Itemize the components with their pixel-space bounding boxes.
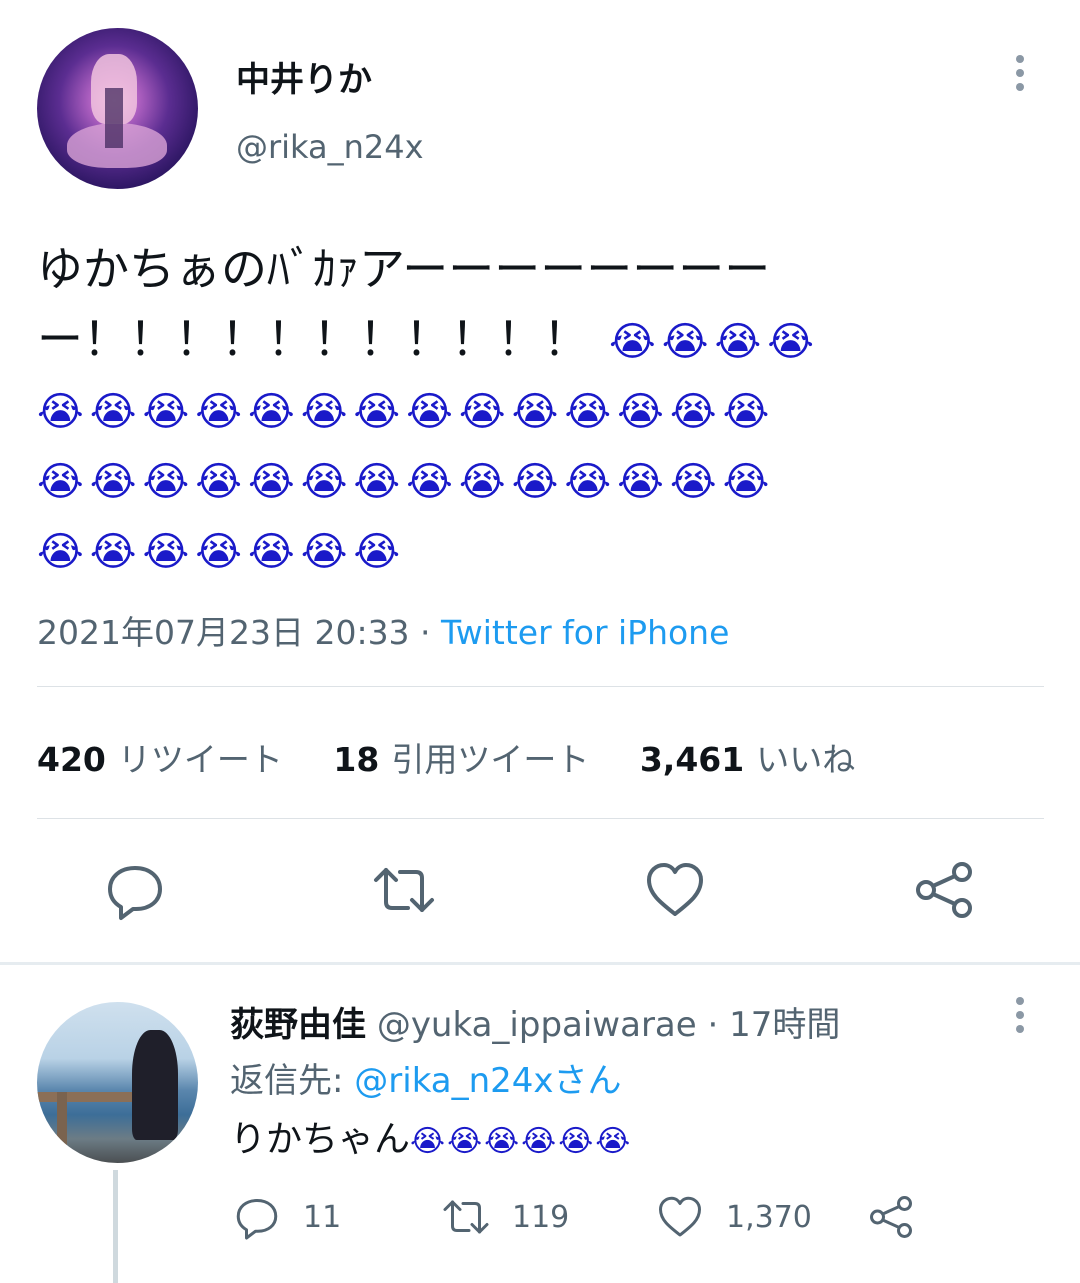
reply-header: 荻野由佳 @yuka_ippaiwarae · 17時間: [230, 997, 840, 1046]
like-stat[interactable]: 3,461 いいね: [640, 740, 855, 779]
author-handle[interactable]: @rika_n24x: [236, 128, 424, 166]
more-vertical-icon[interactable]: [1005, 997, 1035, 1041]
reply-author-handle[interactable]: @yuka_ippaiwarae: [377, 1005, 697, 1045]
reply-to-line: 返信先: @rika_n24xさん: [230, 1053, 622, 1102]
tweet-stats: 420 リツイート 18 引用ツイート 3,461 いいね: [37, 733, 855, 781]
share-icon[interactable]: [912, 858, 976, 922]
tweet-text-part: ー！！！！！！！！！！！: [37, 312, 589, 366]
section-separator: [0, 962, 1080, 965]
source-link[interactable]: Twitter for iPhone: [441, 613, 729, 652]
reply-retweet-button[interactable]: 119: [442, 1192, 569, 1242]
tweet-text: ゆかちぁのﾊﾞｶｧアーーーーーーーー ー！！！！！！！！！！！ 😭😭😭😭 😭😭😭😭…: [37, 234, 1037, 587]
emoji-run: 😭😭😭😭😭😭😭😭😭😭😭😭😭😭: [37, 459, 776, 505]
heart-icon[interactable]: [643, 858, 707, 922]
author-avatar[interactable]: [37, 28, 198, 189]
meta-separator: ·: [409, 613, 442, 652]
retweet-icon: [443, 1200, 489, 1234]
reply-share-button[interactable]: [867, 1192, 915, 1242]
tweet-text-line: ー！！！！！！！！！！！ 😭😭😭😭: [37, 304, 1037, 377]
retweet-stat[interactable]: 420 リツイート: [37, 740, 283, 779]
reply-author-avatar[interactable]: [37, 1002, 198, 1163]
reply-like-button[interactable]: 1,370: [656, 1192, 812, 1242]
retweet-label: リツイート: [117, 740, 283, 779]
retweet-count: 420: [37, 740, 106, 779]
tweet-meta: 2021年07月23日 20:33 · Twitter for iPhone: [37, 606, 729, 654]
like-count: 1,370: [726, 1199, 812, 1235]
retweet-icon[interactable]: [372, 858, 436, 922]
emoji-run: 😭😭😭😭😭😭: [410, 1124, 633, 1159]
quote-stat[interactable]: 18 引用ツイート: [333, 740, 589, 779]
time-separator: ·: [696, 1005, 730, 1045]
thread-line: [113, 1170, 118, 1283]
retweet-count: 119: [512, 1199, 570, 1235]
like-label: いいね: [756, 740, 856, 779]
divider: [37, 686, 1044, 687]
tweet-text-line: ゆかちぁのﾊﾞｶｧアーーーーーーーー: [37, 242, 771, 296]
reply-reply-button[interactable]: 11: [233, 1192, 341, 1242]
emoji-run: 😭😭😭😭😭😭😭😭😭😭😭😭😭😭: [37, 389, 776, 435]
reply-to-label: 返信先:: [230, 1061, 355, 1101]
reply-author-name[interactable]: 荻野由佳: [230, 1005, 366, 1045]
reply-to-handle[interactable]: @rika_n24xさん: [354, 1061, 621, 1101]
reply-text-body: りかちゃん: [230, 1119, 411, 1160]
quote-count: 18: [333, 740, 380, 779]
divider: [37, 818, 1044, 819]
reply-count: 11: [303, 1199, 342, 1235]
reply-icon[interactable]: [103, 858, 167, 922]
like-count: 3,461: [639, 740, 745, 779]
more-vertical-icon[interactable]: [1005, 55, 1035, 99]
reply-text: りかちゃん😭😭😭😭😭😭: [230, 1110, 632, 1162]
heart-icon: [659, 1196, 701, 1237]
emoji-run: 😭😭😭😭😭😭😭: [37, 529, 407, 575]
reply-time[interactable]: 17時間: [729, 1005, 840, 1045]
timestamp[interactable]: 2021年07月23日 20:33: [37, 613, 410, 652]
reply-icon: [236, 1199, 278, 1240]
share-icon: [870, 1196, 912, 1238]
emoji-run: 😭😭😭😭: [609, 319, 820, 365]
author-name[interactable]: 中井りか: [236, 52, 372, 101]
quote-label: 引用ツイート: [391, 740, 590, 779]
